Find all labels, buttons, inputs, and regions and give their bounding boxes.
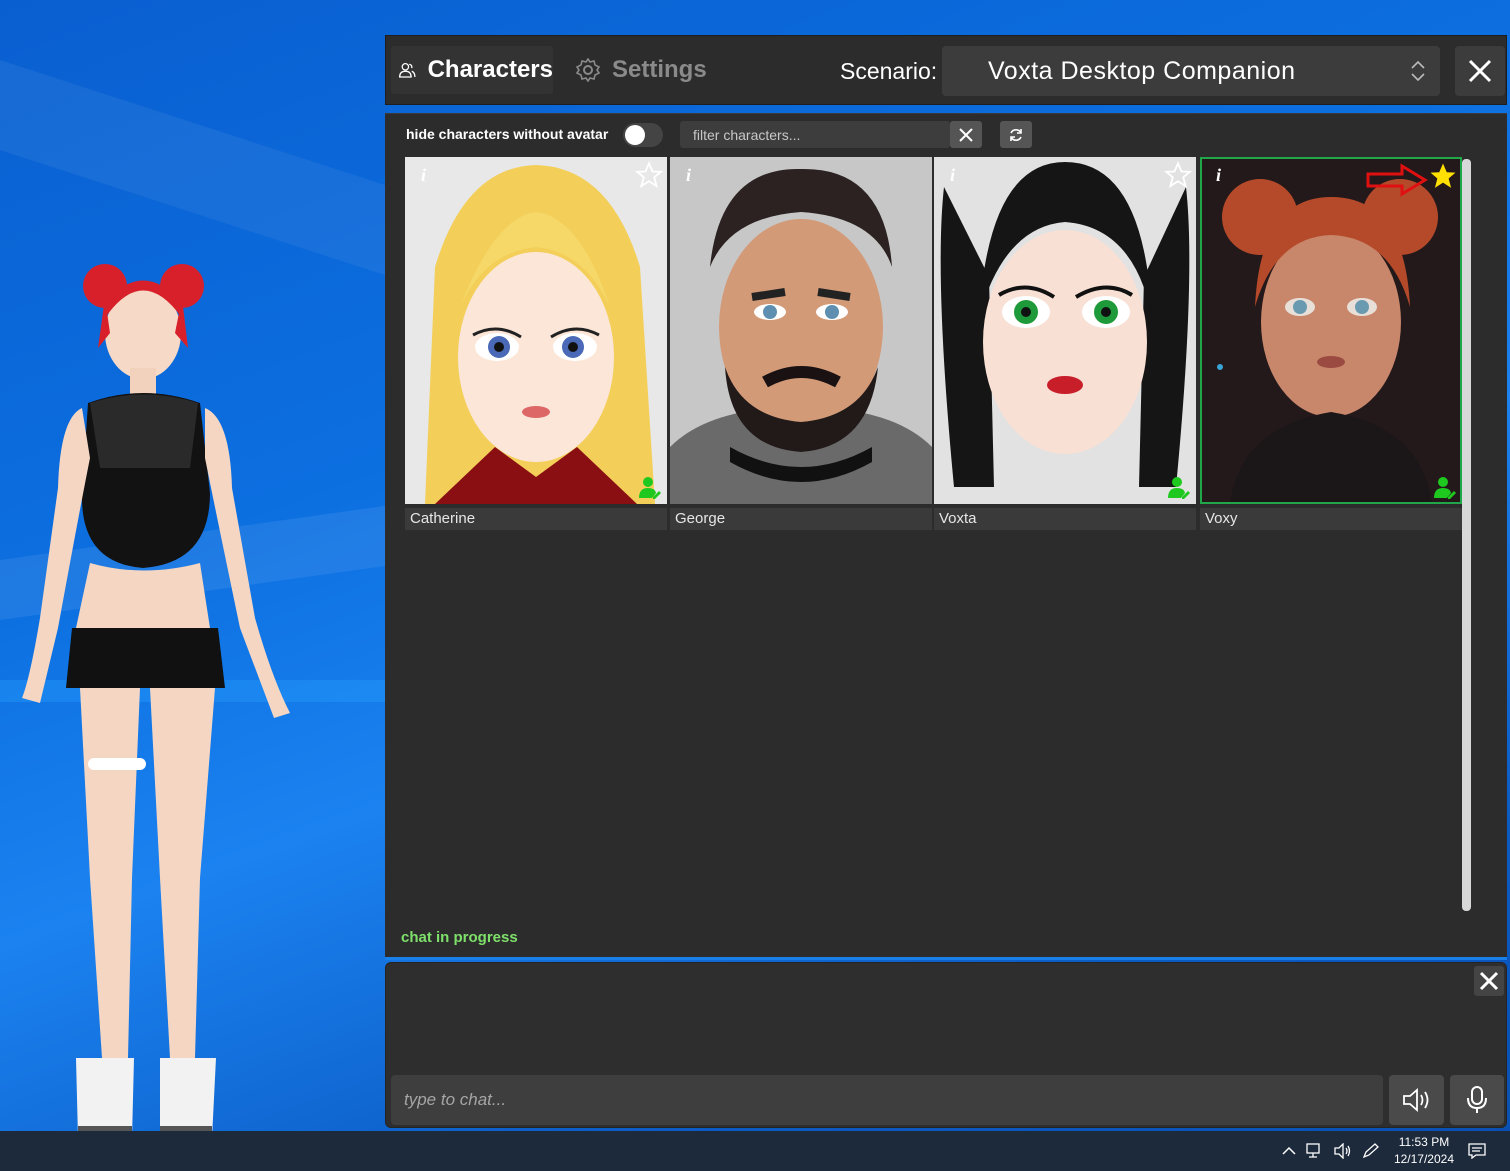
user-edit-icon[interactable] [1168, 476, 1190, 500]
voxta-portrait-image [934, 157, 1196, 504]
tab-settings[interactable]: Settings [576, 46, 716, 94]
star-filled-icon[interactable] [1428, 161, 1458, 191]
info-icon[interactable]: i [686, 165, 691, 186]
speaker-button[interactable] [1389, 1075, 1444, 1125]
updown-chevron-icon [1411, 60, 1425, 82]
desktop-avatar-figure [22, 264, 290, 1138]
character-name: Voxta [934, 508, 1196, 530]
character-portrait[interactable]: i [670, 157, 932, 504]
info-icon[interactable]: i [421, 165, 426, 186]
tab-characters-label: Characters [427, 56, 553, 83]
status-progress-line [385, 957, 1507, 960]
info-icon[interactable]: i [950, 165, 955, 186]
notifications-icon[interactable] [1468, 1143, 1486, 1159]
user-edit-icon[interactable] [1434, 476, 1456, 500]
characters-panel: hide characters without avatar filter ch… [385, 113, 1507, 960]
users-icon [399, 62, 416, 78]
desktop-light-ray [0, 60, 400, 280]
character-card-voxy[interactable]: i Voxy [1200, 157, 1462, 530]
tab-settings-label: Settings [612, 56, 707, 83]
close-window-button[interactable] [1455, 46, 1505, 96]
character-card-voxta[interactable]: i Voxta [934, 157, 1196, 530]
system-tray: 11:53 PM 12/17/2024 [1282, 1131, 1510, 1171]
scenario-value: Voxta Desktop Companion [988, 56, 1296, 85]
scenario-label: Scenario: [840, 58, 938, 84]
character-name: Voxy [1200, 508, 1462, 530]
character-portrait[interactable]: i [934, 157, 1196, 504]
hide-without-avatar-toggle[interactable] [623, 123, 663, 147]
tab-characters[interactable]: Characters [391, 46, 553, 94]
character-card-george[interactable]: i George [670, 157, 932, 530]
network-icon[interactable] [1306, 1143, 1324, 1159]
star-outline-icon[interactable] [1164, 161, 1192, 189]
microphone-button[interactable] [1450, 1075, 1504, 1125]
chat-input[interactable] [391, 1075, 1383, 1125]
volume-icon[interactable] [1334, 1143, 1352, 1159]
character-portrait[interactable]: i [405, 157, 667, 504]
character-grid: i Catherine i George i Voxta i Voxy [405, 157, 1463, 532]
hide-without-avatar-label: hide characters without avatar [406, 126, 609, 142]
close-icon [1468, 59, 1492, 83]
speaker-icon [1402, 1088, 1428, 1112]
george-portrait-image [670, 157, 932, 504]
taskbar: 11:53 PM 12/17/2024 [0, 1131, 1510, 1171]
scenario-select[interactable]: Voxta Desktop Companion [942, 46, 1440, 96]
gear-icon [576, 58, 600, 82]
header-bar: Characters Settings Scenario: Voxta Desk… [385, 35, 1507, 105]
refresh-icon [1010, 128, 1022, 141]
pen-icon[interactable] [1362, 1143, 1380, 1159]
voxy-portrait-image [1200, 157, 1462, 504]
scrollbar[interactable] [1462, 159, 1471, 911]
taskbar-clock[interactable]: 11:53 PM 12/17/2024 [1394, 1134, 1454, 1168]
character-name: Catherine [405, 508, 667, 530]
star-outline-icon[interactable] [635, 161, 663, 189]
clock-time: 11:53 PM [1398, 1135, 1450, 1149]
chevron-up-icon[interactable] [1282, 1146, 1296, 1156]
character-name: George [670, 508, 932, 530]
chat-status-text: chat in progress [401, 929, 518, 946]
close-icon [959, 127, 973, 142]
clock-date: 12/17/2024 [1393, 1152, 1454, 1166]
catherine-portrait-image [405, 157, 667, 504]
refresh-button[interactable] [1000, 121, 1032, 148]
microphone-icon [1467, 1086, 1487, 1113]
clear-filter-button[interactable] [950, 121, 982, 148]
filter-characters-input[interactable] [680, 121, 950, 148]
chat-panel [385, 962, 1507, 1128]
user-edit-icon[interactable] [639, 476, 661, 500]
character-card-catherine[interactable]: i Catherine [405, 157, 667, 530]
toggle-knob [625, 125, 645, 145]
character-portrait[interactable]: i [1200, 157, 1462, 504]
red-arrow-annotation [1366, 163, 1428, 197]
info-icon[interactable]: i [1216, 165, 1221, 186]
close-icon [1479, 971, 1499, 991]
close-chat-button[interactable] [1474, 966, 1504, 996]
